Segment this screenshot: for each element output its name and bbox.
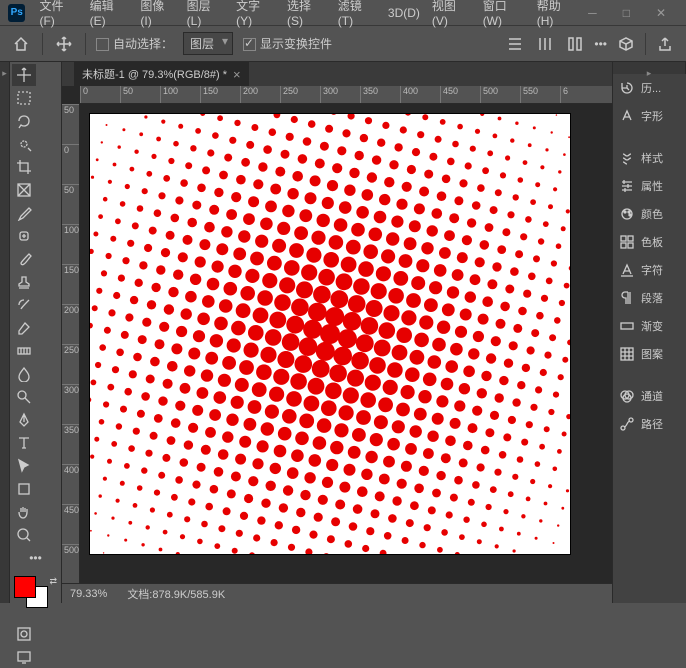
panel-patterns[interactable]: 图案 — [613, 340, 686, 368]
menu-filter[interactable]: 滤镜(T) — [332, 0, 382, 32]
swap-colors-icon[interactable]: ⇄ — [49, 576, 57, 587]
canvas-viewport[interactable] — [80, 104, 612, 583]
crop-tool[interactable] — [12, 156, 36, 178]
panel-properties[interactable]: 属性 — [613, 172, 686, 200]
auto-select-checkbox[interactable]: 自动选择： — [96, 35, 173, 52]
shape-tool[interactable] — [12, 478, 36, 500]
3d-mode-icon[interactable] — [615, 33, 637, 55]
panel-history[interactable]: 历... — [613, 74, 686, 102]
menu-file[interactable]: 文件(F) — [33, 0, 83, 32]
panel-swatches[interactable]: 色板 — [613, 228, 686, 256]
quick-mask-tool[interactable] — [12, 623, 36, 645]
document-area: 未标题-1 @ 79.3%(RGB/8#) * × 05010015020025… — [62, 62, 612, 603]
eyedropper-tool[interactable] — [12, 202, 36, 224]
show-transform-checkbox[interactable]: 显示变换控件 — [243, 35, 332, 52]
status-bar: 79.33% 文档:878.9K/585.9K — [62, 583, 612, 603]
menu-image[interactable]: 图像(I) — [134, 0, 180, 32]
type-tool[interactable] — [12, 432, 36, 454]
panel-color[interactable]: 颜色 — [613, 200, 686, 228]
canvas[interactable] — [90, 114, 570, 554]
panel-channels[interactable]: 通道 — [613, 382, 686, 410]
healing-tool[interactable] — [12, 225, 36, 247]
ruler-vertical: 50050100150200250300350400450500 — [62, 104, 80, 583]
menu-window[interactable]: 窗口(W) — [477, 0, 531, 32]
zoom-tool[interactable] — [12, 524, 36, 546]
path-select-tool[interactable] — [12, 455, 36, 477]
zoom-level[interactable]: 79.33% — [70, 588, 107, 600]
tab-close-icon[interactable]: × — [233, 67, 241, 82]
collapse-toggle[interactable]: ▸ — [0, 62, 10, 603]
toolbox: ••• ⇄ — [10, 62, 62, 603]
menu-edit[interactable]: 编辑(E) — [84, 0, 135, 32]
eraser-tool[interactable] — [12, 317, 36, 339]
panel-styles[interactable]: 样式 — [613, 144, 686, 172]
dock-collapse[interactable]: ▸ — [613, 62, 686, 74]
stamp-tool[interactable] — [12, 271, 36, 293]
history-brush-tool[interactable] — [12, 294, 36, 316]
close-button[interactable]: ✕ — [650, 2, 672, 24]
auto-select-target[interactable]: 图层 — [183, 32, 233, 55]
move-tool[interactable] — [12, 64, 36, 86]
lasso-tool[interactable] — [12, 110, 36, 132]
blur-tool[interactable] — [12, 363, 36, 385]
pen-tool[interactable] — [12, 409, 36, 431]
document-tab[interactable]: 未标题-1 @ 79.3%(RGB/8#) * × — [74, 62, 249, 86]
doc-size[interactable]: 文档:878.9K/585.9K — [127, 586, 225, 602]
screen-mode-tool[interactable] — [12, 646, 36, 668]
panel-character[interactable]: 字符 — [613, 256, 686, 284]
marquee-tool[interactable] — [12, 87, 36, 109]
frame-tool[interactable] — [12, 179, 36, 201]
hand-tool[interactable] — [12, 501, 36, 523]
menu-bar: Ps 文件(F) 编辑(E) 图像(I) 图层(L) 文字(Y) 选择(S) 滤… — [0, 0, 686, 26]
panel-gradient[interactable]: 渐变 — [613, 312, 686, 340]
brush-tool[interactable] — [12, 248, 36, 270]
minimize-button[interactable]: ─ — [582, 2, 603, 24]
quick-select-tool[interactable] — [12, 133, 36, 155]
menu-help[interactable]: 帮助(H) — [531, 0, 582, 32]
edit-toolbar[interactable]: ••• — [12, 547, 59, 569]
menu-3d[interactable]: 3D(D) — [382, 2, 426, 24]
align-icon[interactable] — [504, 33, 526, 55]
ruler-horizontal: 0501001502002503003504004505005506 — [80, 86, 612, 104]
right-panel-dock: ▸ 历... 字形 样式 属性 颜色 色板 字符 段落 渐变 图案 通道 路径 — [612, 62, 686, 603]
maximize-button[interactable]: □ — [617, 2, 636, 24]
menu-layer[interactable]: 图层(L) — [181, 0, 231, 32]
home-icon[interactable] — [10, 33, 32, 55]
foreground-color[interactable] — [14, 576, 36, 598]
menu-select[interactable]: 选择(S) — [281, 0, 332, 32]
panel-paragraph[interactable]: 段落 — [613, 284, 686, 312]
align-icon-2[interactable] — [534, 33, 556, 55]
more-options[interactable]: ••• — [594, 37, 607, 51]
menu-view[interactable]: 视图(V) — [426, 0, 477, 32]
move-tool-icon[interactable] — [53, 33, 75, 55]
distribute-icon[interactable] — [564, 33, 586, 55]
panel-glyphs[interactable]: 字形 — [613, 102, 686, 130]
gradient-tool[interactable] — [12, 340, 36, 362]
color-swatches[interactable]: ⇄ — [12, 576, 59, 614]
app-logo: Ps — [8, 4, 25, 22]
dodge-tool[interactable] — [12, 386, 36, 408]
menu-type[interactable]: 文字(Y) — [230, 0, 281, 32]
share-icon[interactable] — [654, 33, 676, 55]
panel-paths[interactable]: 路径 — [613, 410, 686, 438]
